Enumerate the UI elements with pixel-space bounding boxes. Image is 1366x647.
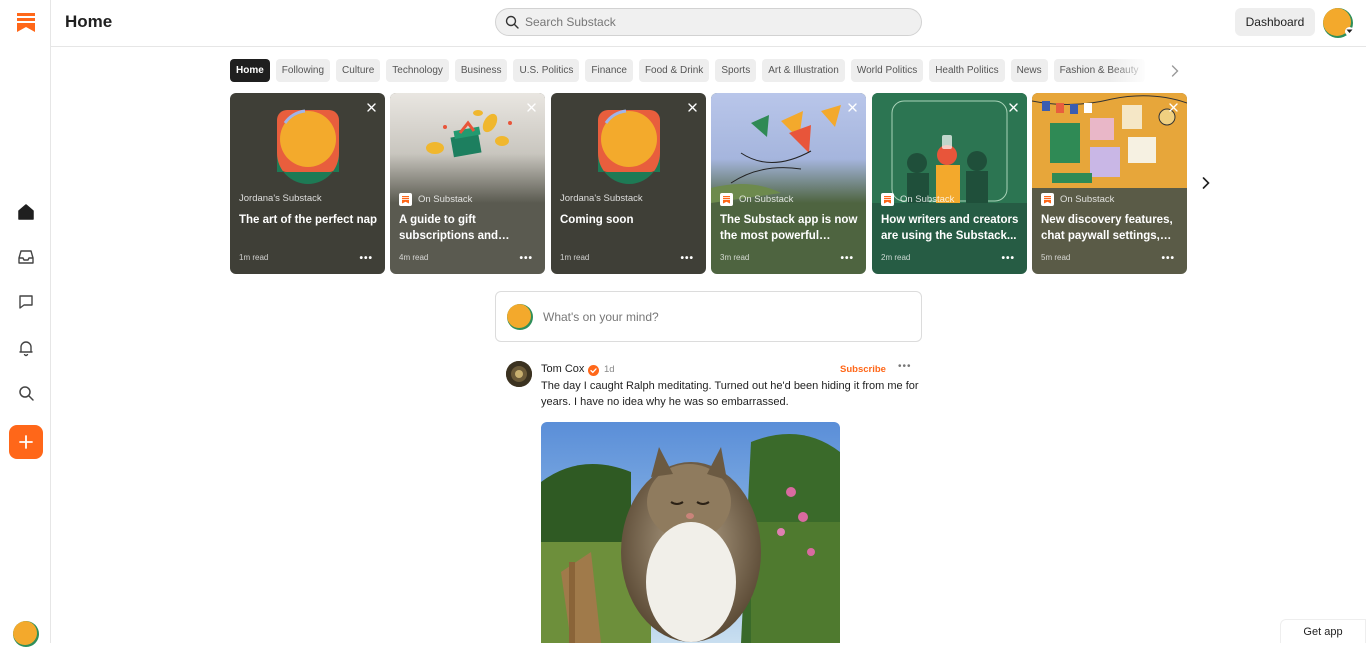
substack-logo-icon: [1041, 193, 1054, 206]
create-post-button[interactable]: [9, 425, 43, 459]
more-options-icon[interactable]: •••: [680, 253, 694, 264]
featured-posts-carousel: Jordana's Substack The art of the perfec…: [230, 93, 1190, 274]
post-card-title: The Substack app is now the most powerfu…: [720, 214, 858, 242]
tab-sports[interactable]: Sports: [715, 59, 757, 82]
search-bar[interactable]: [495, 8, 922, 36]
tab-art-illustration[interactable]: Art & Illustration: [762, 59, 845, 82]
post-composer[interactable]: [495, 291, 922, 342]
post-card[interactable]: On Substack How writers and creators are…: [872, 93, 1027, 274]
carousel-next-icon[interactable]: [1198, 175, 1214, 191]
user-avatar[interactable]: [13, 621, 39, 647]
get-app-button[interactable]: Get app: [1280, 619, 1366, 643]
close-icon[interactable]: [1167, 101, 1179, 113]
post-card[interactable]: On Substack The Substack app is now the …: [711, 93, 866, 274]
substack-logo-icon[interactable]: [17, 13, 35, 32]
chevron-right-icon[interactable]: [1167, 63, 1183, 79]
left-rail: [0, 0, 51, 647]
more-options-icon[interactable]: •••: [898, 361, 912, 372]
inbox-icon[interactable]: [12, 243, 40, 271]
post-card-source: On Substack: [399, 193, 472, 206]
substack-logo-icon: [881, 193, 894, 206]
tab-food-drink[interactable]: Food & Drink: [638, 59, 710, 82]
tab-home[interactable]: Home: [230, 59, 270, 82]
post-card-title: New discovery features, chat paywall set…: [1041, 214, 1173, 242]
post-card-source: On Substack: [881, 193, 954, 206]
bell-icon[interactable]: [12, 334, 40, 362]
more-options-icon[interactable]: •••: [840, 253, 854, 264]
read-time: 1m read: [560, 253, 590, 262]
post-body: The day I caught Ralph meditating. Turne…: [541, 380, 919, 408]
tab-technology[interactable]: Technology: [386, 59, 449, 82]
more-options-icon[interactable]: •••: [359, 253, 373, 264]
subscribe-button[interactable]: Subscribe: [840, 364, 886, 375]
post-card-title: Coming soon: [560, 214, 634, 226]
post-image[interactable]: [541, 422, 840, 643]
read-time: 4m read: [399, 253, 429, 262]
page-title: Home: [65, 12, 113, 31]
more-options-icon[interactable]: •••: [1001, 253, 1015, 264]
read-time: 1m read: [239, 253, 269, 262]
tab-following[interactable]: Following: [275, 59, 331, 82]
tabs-fade: [1110, 59, 1160, 82]
post-card-image: [230, 93, 385, 203]
tab-finance[interactable]: Finance: [585, 59, 633, 82]
composer-input[interactable]: [543, 309, 903, 324]
verified-badge-icon: [588, 363, 599, 376]
plus-icon: [19, 435, 33, 449]
post-card-title: The art of the perfect nap: [239, 214, 378, 226]
close-icon[interactable]: [1007, 101, 1019, 113]
more-options-icon[interactable]: •••: [1161, 253, 1175, 264]
post-timestamp: 1d: [604, 364, 615, 375]
search-icon[interactable]: [12, 379, 40, 407]
post-card-source: Jordana's Substack: [560, 193, 643, 204]
post-card-source: Jordana's Substack: [239, 193, 322, 204]
user-avatar: [507, 303, 533, 330]
close-icon[interactable]: [525, 101, 537, 113]
chevron-down-icon[interactable]: [1345, 27, 1354, 36]
chat-icon[interactable]: [12, 288, 40, 316]
search-input[interactable]: [525, 15, 905, 29]
tab-health-politics[interactable]: Health Politics: [929, 59, 1005, 82]
author-avatar[interactable]: [506, 361, 532, 387]
post-card[interactable]: Jordana's Substack The art of the perfec…: [230, 93, 385, 274]
close-icon[interactable]: [365, 101, 377, 113]
close-icon[interactable]: [686, 101, 698, 113]
post-card-source: On Substack: [720, 193, 793, 206]
substack-logo-icon: [399, 193, 412, 206]
read-time: 3m read: [720, 253, 750, 262]
post-card-source: On Substack: [1041, 193, 1114, 206]
search-icon: [505, 15, 519, 29]
read-time: 2m read: [881, 253, 911, 262]
post-card[interactable]: Jordana's Substack Coming soon 1m read •…: [551, 93, 706, 274]
post-author[interactable]: Tom Cox: [541, 363, 584, 375]
dashboard-button[interactable]: Dashboard: [1235, 8, 1315, 36]
category-tabs: Home Following Culture Technology Busine…: [230, 59, 1160, 82]
top-header: Home Dashboard: [51, 0, 1366, 47]
read-time: 5m read: [1041, 253, 1071, 262]
post-card-image: [551, 93, 706, 203]
tab-world-politics[interactable]: World Politics: [850, 59, 924, 82]
tab-us-politics[interactable]: U.S. Politics: [513, 59, 580, 82]
post-card[interactable]: On Substack New discovery features, chat…: [1032, 93, 1187, 274]
post-card-title: A guide to gift subscriptions and specia…: [399, 214, 499, 242]
post-card-image: [390, 93, 545, 203]
tab-news[interactable]: News: [1010, 59, 1048, 82]
post-card-image: [711, 93, 866, 203]
home-icon[interactable]: [12, 198, 40, 226]
substack-logo-icon: [720, 193, 733, 206]
tab-culture[interactable]: Culture: [336, 59, 381, 82]
post-card-image: [872, 93, 1027, 203]
close-icon[interactable]: [846, 101, 858, 113]
post-card[interactable]: On Substack A guide to gift subscription…: [390, 93, 545, 274]
more-options-icon[interactable]: •••: [519, 253, 533, 264]
tab-business[interactable]: Business: [454, 59, 508, 82]
post-card-image: [1032, 93, 1187, 203]
post-card-title: How writers and creators are using the S…: [881, 214, 1019, 242]
